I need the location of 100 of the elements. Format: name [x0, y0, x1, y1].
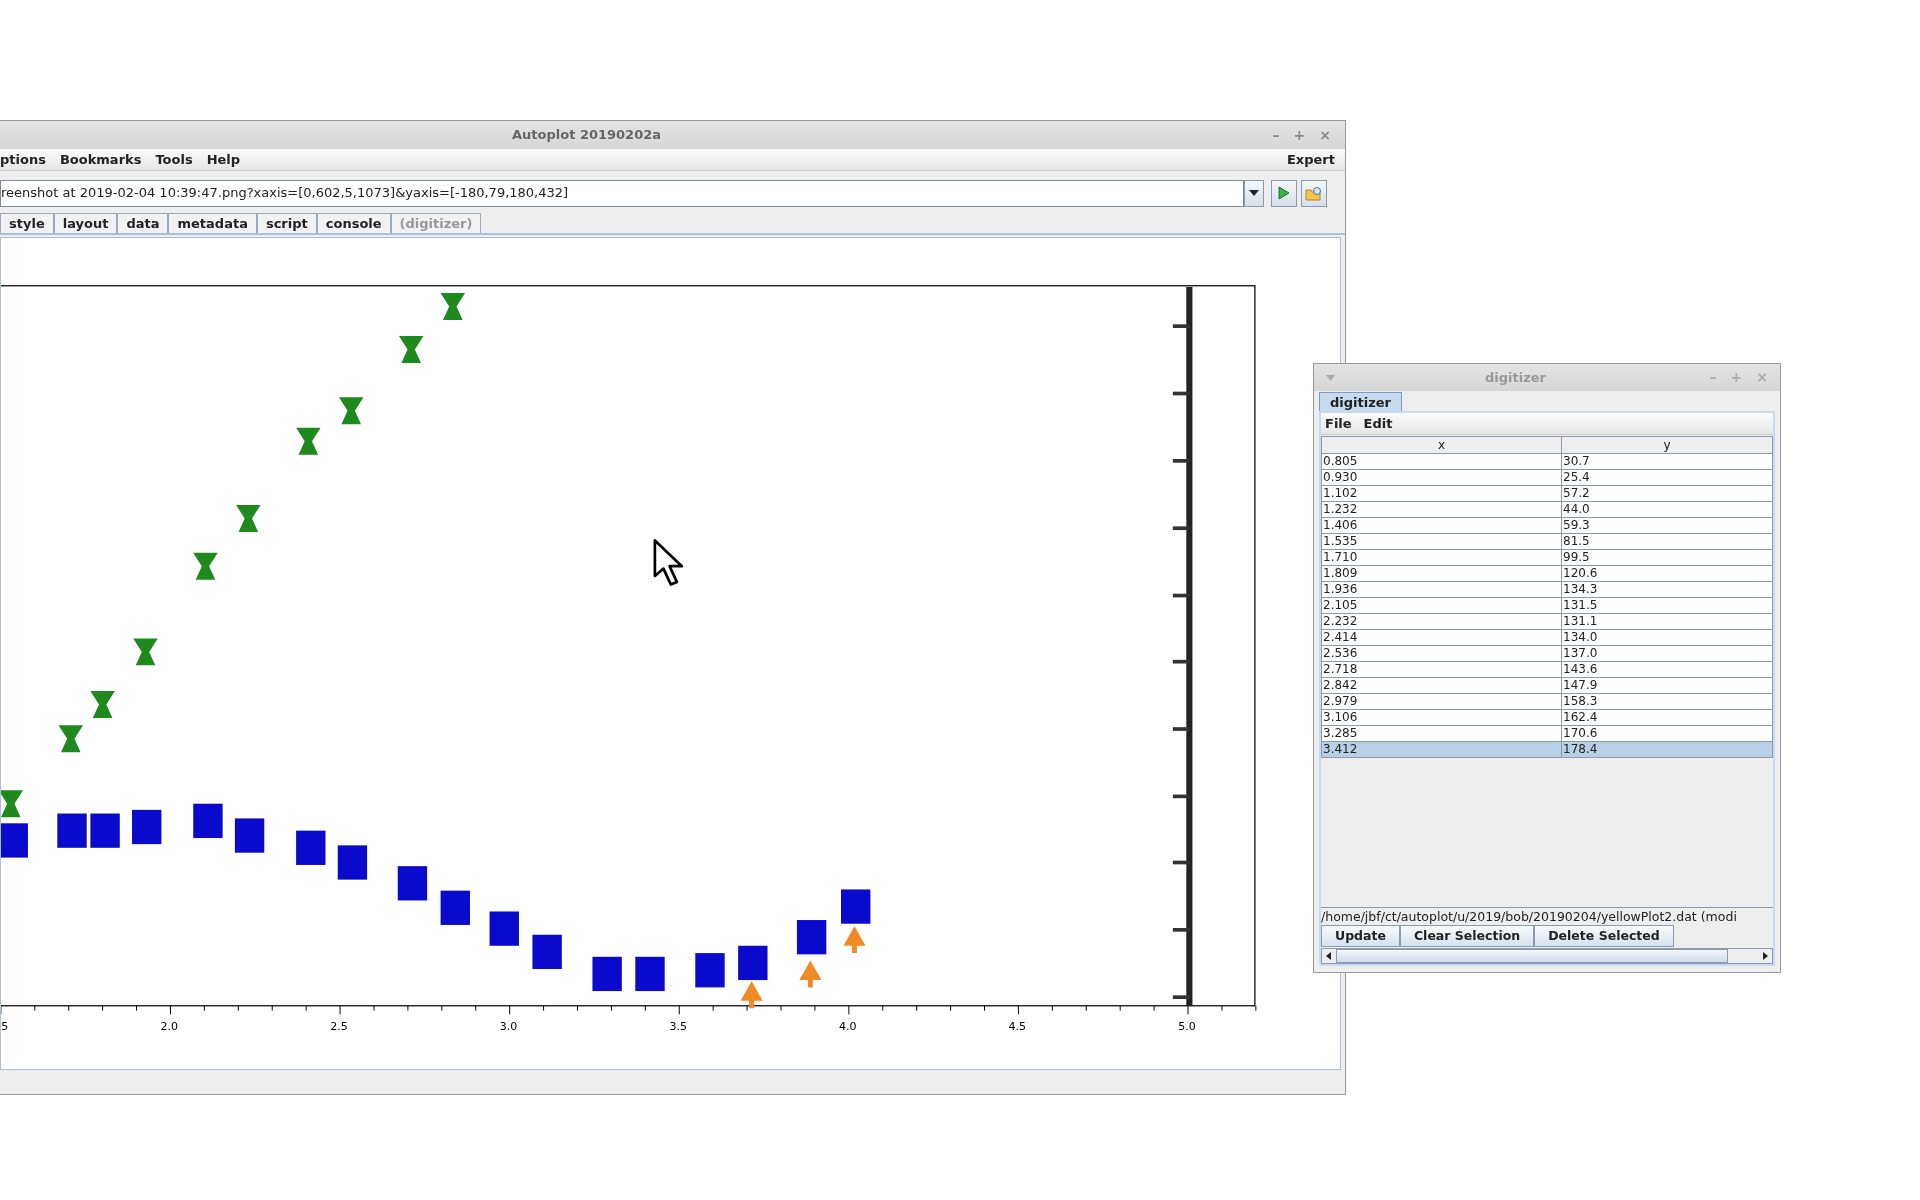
tab[interactable]: data [117, 213, 169, 233]
mouse-pointer-icon [653, 539, 684, 586]
table-cell: 170.6 [1562, 726, 1773, 741]
table-row[interactable]: 1.809 120.6 [1321, 566, 1773, 582]
x-tick-label: 2.0 [160, 1020, 179, 1034]
table-cell: 137.0 [1562, 646, 1773, 661]
square-marker [532, 934, 562, 970]
table-cell: 81.5 [1562, 534, 1773, 549]
table-cell: 2.536 [1322, 646, 1562, 661]
dropdown-button[interactable] [1244, 179, 1264, 207]
play-button[interactable] [1271, 179, 1297, 207]
table-cell: 1.936 [1322, 582, 1562, 597]
square-marker [90, 813, 120, 848]
x-tick-label: 3.0 [499, 1020, 518, 1034]
window-title: digitizer [1485, 368, 1546, 387]
table-row[interactable]: 2.536 137.0 [1321, 646, 1773, 662]
table-cell: 0.805 [1322, 454, 1562, 469]
table-cell: 3.412 [1322, 742, 1562, 757]
table-cell: 147.9 [1562, 678, 1773, 693]
menu-item[interactable]: ptions [0, 149, 46, 170]
table-row[interactable]: 2.105 131.5 [1321, 598, 1773, 614]
address-field[interactable]: reenshot at 2019-02-04 10:39:47.png?xaxis=[0,602,5,1073]&yaxis=[-180,79,180,432] [0, 179, 1244, 207]
table-cell: 3.285 [1322, 726, 1562, 741]
table-row[interactable]: 2.718 143.6 [1321, 662, 1773, 678]
menu-item[interactable]: Edit [1363, 413, 1393, 434]
square-marker [57, 813, 87, 848]
x-tick-label: 4.5 [1008, 1020, 1027, 1034]
table-row[interactable]: 1.535 81.5 [1321, 534, 1773, 550]
table-cell: 59.3 [1562, 518, 1773, 533]
square-marker [193, 803, 223, 838]
action-button[interactable]: Clear Selection [1399, 925, 1535, 947]
tab[interactable]: digitizer [1319, 392, 1402, 411]
table-cell: 1.710 [1322, 550, 1562, 565]
tab[interactable]: style [0, 213, 54, 233]
horizontal-scrollbar[interactable] [1321, 948, 1773, 964]
tab[interactable]: console [316, 213, 391, 233]
hourglass-marker [440, 293, 466, 321]
expert-menu[interactable]: Expert [1287, 149, 1335, 170]
hourglass-marker [296, 427, 321, 455]
table-cell: 131.1 [1562, 614, 1773, 629]
x-tick-label: 5.0 [1178, 1020, 1196, 1034]
menu-item[interactable]: File [1325, 413, 1352, 434]
table-cell: 158.3 [1562, 694, 1773, 709]
table-row[interactable]: 2.842 147.9 [1321, 678, 1773, 694]
x-tick-label: 3.5 [669, 1020, 687, 1034]
menu-item[interactable]: Help [206, 149, 241, 170]
table-row[interactable]: 3.285 170.6 [1321, 726, 1773, 742]
table-row[interactable]: 0.805 30.7 [1321, 454, 1773, 470]
table-row[interactable]: 1.936 134.3 [1321, 582, 1773, 598]
table-cell: 131.5 [1562, 598, 1773, 613]
hourglass-marker [1, 790, 24, 818]
column-header[interactable]: y [1562, 437, 1772, 453]
hourglass-marker [338, 397, 364, 425]
table-cell: 1.809 [1322, 566, 1562, 581]
table-row[interactable]: 1.406 59.3 [1321, 518, 1773, 534]
folder-search-icon [1305, 185, 1323, 201]
x-tick-label: 4.0 [839, 1020, 857, 1034]
scrollbar-thumb[interactable] [1336, 949, 1728, 963]
square-marker [738, 945, 768, 981]
column-header[interactable]: x [1322, 437, 1562, 453]
table-row[interactable]: 2.232 131.1 [1321, 614, 1773, 630]
table-row[interactable]: 1.232 44.0 [1321, 502, 1773, 518]
table-cell: 2.232 [1322, 614, 1562, 629]
play-icon [1278, 186, 1290, 200]
square-marker [592, 956, 622, 992]
table-row[interactable]: 3.106 162.4 [1321, 710, 1773, 726]
square-marker [489, 911, 519, 946]
tab[interactable]: metadata [168, 213, 257, 233]
tab[interactable]: layout [53, 213, 118, 233]
table-cell: 134.3 [1562, 582, 1773, 597]
table-row[interactable]: 1.102 57.2 [1321, 486, 1773, 502]
table-row[interactable]: 2.979 158.3 [1321, 694, 1773, 710]
table-row[interactable]: 3.412 178.4 [1321, 742, 1773, 758]
square-marker [397, 866, 428, 901]
left-arrow-icon [1324, 951, 1334, 961]
menu-item[interactable]: Bookmarks [59, 149, 142, 170]
table-row[interactable]: 2.414 134.0 [1321, 630, 1773, 646]
x-tick-label: 5 [1, 1020, 9, 1034]
table-row[interactable]: 0.930 25.4 [1321, 470, 1773, 486]
square-marker [132, 809, 162, 845]
table-row[interactable]: 1.710 99.5 [1321, 550, 1773, 566]
square-marker [337, 845, 368, 880]
action-button[interactable]: Update [1321, 925, 1400, 947]
tab[interactable]: script [256, 213, 317, 233]
table-cell: 2.842 [1322, 678, 1562, 693]
table-cell: 99.5 [1562, 550, 1773, 565]
hourglass-marker [236, 504, 261, 532]
table-cell: 2.105 [1322, 598, 1562, 613]
caret-icon [1326, 374, 1335, 381]
table-cell: 134.0 [1562, 630, 1773, 645]
open-file-button[interactable] [1301, 179, 1327, 207]
arrow-marker [799, 960, 822, 988]
table-cell: 1.535 [1322, 534, 1562, 549]
table-cell: 120.6 [1562, 566, 1773, 581]
arrow-marker [740, 981, 763, 1009]
action-button[interactable]: Delete Selected [1534, 925, 1674, 947]
table-cell: 2.979 [1322, 694, 1562, 709]
table-cell: 2.718 [1322, 662, 1562, 677]
menu-item[interactable]: Tools [155, 149, 193, 170]
square-marker [234, 818, 265, 853]
